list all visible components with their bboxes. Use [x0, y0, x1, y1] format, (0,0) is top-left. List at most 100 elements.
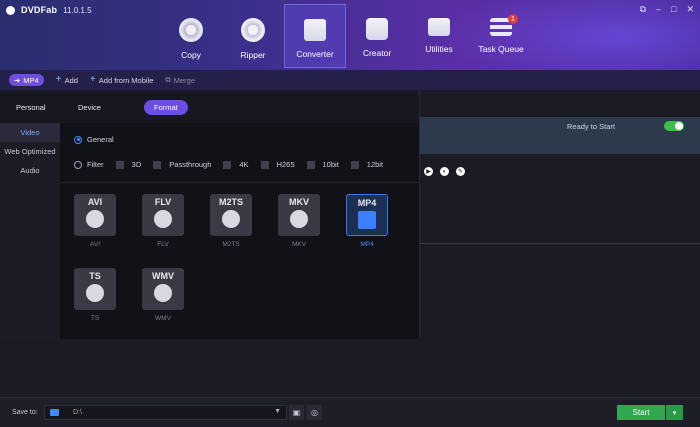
nav-task-queue[interactable]: 1 Task Queue — [470, 4, 532, 68]
nav-utilities-label: Utilities — [425, 44, 453, 54]
task-row[interactable] — [420, 117, 700, 154]
nav-copy[interactable]: Copy — [160, 4, 222, 68]
task-divider — [420, 243, 700, 244]
film-reel-icon — [222, 210, 240, 228]
format-avi[interactable]: AVI AVI — [74, 194, 116, 248]
filter-12bit-label: 12bit — [366, 160, 384, 169]
toolbar: ➜ MP4 + Add + Add from Mobile ⧉ Merge — [0, 70, 700, 90]
tab-personal[interactable]: Personal — [16, 103, 78, 112]
format-mkv[interactable]: MKV MKV — [278, 194, 320, 248]
tab-format[interactable]: Format — [144, 99, 188, 115]
camera-icon — [86, 284, 104, 302]
popup-sidebar: Video Web Optimized Audio — [0, 123, 60, 339]
play-icon[interactable]: ▶ — [424, 167, 433, 176]
format-wmv-title: WMV — [152, 271, 174, 281]
merge-icon: ⧉ — [165, 75, 171, 84]
minimize-icon[interactable]: – — [656, 4, 661, 15]
task-status: Ready to Start — [567, 122, 615, 131]
chevron-down-icon[interactable]: ▼ — [274, 408, 281, 415]
format-m2ts-label: M2TS — [222, 241, 240, 248]
format-mp4[interactable]: MP4 MP4 — [346, 194, 388, 248]
save-path-value: D:\ — [73, 409, 82, 416]
options-divider — [60, 182, 420, 183]
filter-checkbox-10bit[interactable] — [306, 160, 315, 169]
format-ts-title: TS — [89, 271, 101, 281]
nav-utilities[interactable]: Utilities — [408, 4, 470, 68]
film-strip-icon — [86, 210, 104, 228]
popup-tabs: Personal Device Format — [0, 91, 419, 123]
filter-checkbox-3d[interactable] — [115, 160, 124, 169]
nav-creator-label: Creator — [362, 48, 392, 58]
add-from-mobile-button[interactable]: + Add from Mobile — [90, 75, 153, 85]
start-options-dropdown[interactable]: ▾ — [666, 405, 683, 420]
play-film-icon — [358, 211, 376, 229]
profile-selector[interactable]: ➜ MP4 — [9, 74, 44, 86]
sidebar-item-web-optimized[interactable]: Web Optimized — [0, 142, 60, 161]
filter-checkbox-12bit[interactable] — [350, 160, 359, 169]
folder-icon — [50, 409, 59, 416]
format-ts[interactable]: TS TS — [74, 268, 116, 322]
save-to-label: Save to: — [12, 409, 38, 416]
format-flv-label: FLV — [157, 241, 169, 248]
format-mkv-title: MKV — [289, 197, 309, 207]
main-nav: Copy Ripper Converter Creator Utilities … — [160, 4, 532, 68]
filter-10bit-label: 10bit — [322, 160, 339, 169]
nav-creator[interactable]: Creator — [346, 4, 408, 68]
format-avi-label: AVI — [90, 241, 100, 248]
filter-3d-label: 3D — [131, 160, 142, 169]
format-m2ts[interactable]: M2TS M2TS — [210, 194, 252, 248]
format-mp4-title: MP4 — [357, 198, 377, 208]
browse-folder-icon[interactable]: ▣ — [289, 405, 304, 420]
restore-icon[interactable]: ⧉ — [640, 4, 646, 15]
filter-passthrough-label: Passthrough — [169, 160, 212, 169]
filter-radio[interactable] — [74, 160, 82, 169]
maximize-icon[interactable]: □ — [671, 4, 676, 15]
general-radio[interactable] — [74, 135, 82, 144]
format-avi-title: AVI — [87, 197, 103, 207]
merge-label: Merge — [173, 75, 195, 85]
save-path-field[interactable]: D:\ ▼ — [44, 405, 287, 420]
filter-checkbox-h265[interactable] — [260, 160, 269, 169]
format-flv-title: FLV — [154, 197, 172, 207]
matroska-icon — [290, 210, 308, 228]
plus-icon: + — [55, 74, 62, 85]
start-button[interactable]: Start — [617, 405, 665, 420]
general-option[interactable]: General — [74, 135, 114, 144]
add-label: Add — [64, 75, 78, 85]
add-button[interactable]: + Add — [56, 75, 78, 85]
filter-label: Filter — [87, 160, 104, 169]
filter-4k-label: 4K — [239, 160, 249, 169]
filter-checkbox-4k[interactable] — [223, 160, 232, 169]
audio-icon[interactable]: ◐ — [440, 167, 449, 176]
nav-ripper[interactable]: Ripper — [222, 4, 284, 68]
format-flv[interactable]: FLV FLV — [142, 194, 184, 248]
close-icon[interactable]: ✕ — [686, 4, 694, 15]
nav-ripper-label: Ripper — [240, 50, 266, 60]
task-count-badge: 1 — [508, 14, 518, 24]
merge-button[interactable]: ⧉ Merge — [165, 75, 195, 85]
format-wmv[interactable]: WMV WMV — [142, 268, 184, 322]
add-from-mobile-label: Add from Mobile — [98, 75, 154, 85]
nav-copy-label: Copy — [181, 50, 201, 60]
app-header: DVDFab 11.0.1.5 ⧉ – □ ✕ Copy Ripper Conv… — [0, 0, 700, 70]
brand-name: DVDFab — [21, 5, 58, 15]
utilities-folder-icon — [428, 18, 450, 36]
film-converter-icon — [304, 19, 326, 41]
general-label: General — [87, 135, 114, 144]
tab-device[interactable]: Device — [78, 103, 140, 112]
edit-icon[interactable]: ✎ — [456, 167, 465, 176]
task-mini-icons: ▶ ◐ ✎ — [424, 167, 465, 176]
profile-popup: Personal Device Format Video Web Optimiz… — [0, 91, 420, 339]
sidebar-item-audio[interactable]: Audio — [0, 161, 60, 180]
filter-h265-label: H265 — [276, 160, 295, 169]
creator-icon — [366, 18, 388, 40]
format-mp4-label: MP4 — [360, 241, 374, 248]
task-enable-toggle[interactable] — [664, 121, 684, 131]
app-version: 11.0.1.5 — [63, 5, 92, 15]
nav-converter-label: Converter — [296, 49, 334, 59]
plus-icon: + — [89, 74, 96, 85]
nav-converter[interactable]: Converter — [284, 4, 346, 68]
sidebar-item-video[interactable]: Video — [0, 123, 60, 142]
globe-icon[interactable]: ◎ — [307, 405, 322, 420]
filter-checkbox-passthrough[interactable] — [153, 160, 162, 169]
